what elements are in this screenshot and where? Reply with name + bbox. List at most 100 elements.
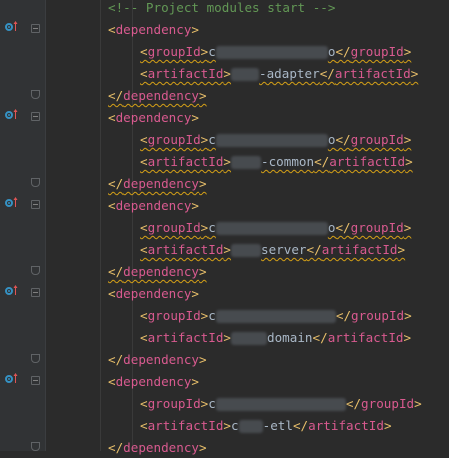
icon-part-dot: [8, 378, 10, 380]
code-line-dependency-open[interactable]: <dependency>: [0, 370, 449, 392]
tag-bracket: <: [140, 330, 148, 345]
dependency-tag: dependency: [123, 88, 199, 103]
comment-text: <!-- Project modules start -->: [108, 0, 336, 15]
code-line-dependency-open[interactable]: <dependency>: [0, 282, 449, 304]
tag-bracket: >: [199, 176, 207, 191]
text-suffix: -common: [261, 154, 315, 169]
maven-dependency-navigate-icon[interactable]: [5, 373, 19, 385]
groupid-tag: groupId: [350, 132, 404, 147]
icon-part-dot: [8, 290, 10, 292]
groupid-tag: groupId: [351, 308, 405, 323]
text-suffix: domain: [267, 330, 313, 345]
groupid-value: co: [208, 132, 335, 147]
fold-marker-icon[interactable]: [31, 288, 40, 297]
code-line-groupid[interactable]: <groupId>c </groupId>: [0, 304, 449, 326]
tag-bracket: >: [199, 352, 207, 367]
dependency-tag: dependency: [115, 198, 192, 213]
tag-bracket: <: [108, 198, 116, 213]
code-line-dependency-close[interactable]: </dependency>: [0, 436, 449, 458]
groupid-code: <groupId>c </groupId>: [140, 307, 412, 324]
icon-part-dot: [8, 114, 10, 116]
fold-marker-icon[interactable]: [31, 112, 40, 121]
artifactid-tag: artifactId: [334, 66, 411, 81]
dependency-tag: dependency: [123, 352, 199, 367]
redacted-value: [215, 398, 346, 411]
text-prefix: c: [208, 44, 216, 59]
icon-part-arrow: [14, 109, 17, 119]
icon-part-arrow: [14, 197, 17, 207]
code-line-groupid[interactable]: <groupId>c o</groupId>: [0, 216, 449, 238]
maven-dependency-navigate-icon[interactable]: [5, 197, 19, 209]
tag-bracket: </: [345, 396, 362, 411]
code-line-groupid[interactable]: <groupId>c o</groupId>: [0, 128, 449, 150]
artifactid-code: <artifactId> domain</artifactId>: [140, 329, 411, 346]
code-line-dependency-close[interactable]: </dependency>: [0, 84, 449, 106]
tag-bracket: </: [319, 66, 335, 81]
tag-bracket: </: [108, 352, 124, 367]
code-line-dependency-open[interactable]: <dependency>: [0, 18, 449, 40]
code-line-artifactid[interactable]: <artifactId> domain</artifactId>: [0, 326, 449, 348]
groupid-code: <groupId>c o</groupId>: [140, 43, 411, 60]
groupid-tag: groupId: [350, 220, 404, 235]
text-prefix: c: [208, 220, 216, 235]
maven-dependency-navigate-icon[interactable]: [5, 21, 19, 33]
fold-marker-icon[interactable]: [31, 200, 40, 209]
groupid-code: <groupId>c o</groupId>: [140, 131, 411, 148]
fold-marker-icon[interactable]: [31, 376, 40, 385]
redacted-value: [215, 222, 328, 235]
tag-bracket: </: [108, 264, 124, 279]
artifactid-tag: artifactId: [147, 66, 224, 81]
artifactid-tag: artifactId: [147, 242, 224, 257]
tag-bracket: </: [108, 440, 124, 455]
text-suffix: -etl: [262, 418, 293, 433]
code-line-dependency-close[interactable]: </dependency>: [0, 260, 449, 282]
code-line-artifactid[interactable]: <artifactId> -common</artifactId>: [0, 150, 449, 172]
dependency-close-code: </dependency>: [108, 263, 207, 280]
fold-marker-icon[interactable]: [31, 442, 40, 451]
redacted-value: [215, 310, 336, 323]
artifactid-code: <artifactId> server</artifactId>: [140, 241, 405, 258]
text-suffix: server: [261, 242, 307, 257]
tag-bracket: </: [314, 154, 330, 169]
tag-bracket: </: [312, 330, 328, 345]
tag-bracket: <: [108, 374, 116, 389]
tag-bracket: </: [335, 220, 351, 235]
groupid-tag: groupId: [361, 396, 415, 411]
groupid-tag: groupId: [147, 220, 201, 235]
tag-bracket: >: [191, 374, 200, 389]
fold-marker-icon[interactable]: [31, 354, 40, 363]
tag-bracket: >: [191, 286, 200, 301]
code-line-dependency-close[interactable]: </dependency>: [0, 172, 449, 194]
tag-bracket: <: [140, 66, 148, 81]
code-line-dependency-close[interactable]: </dependency>: [0, 348, 449, 370]
code-line-dependency-open[interactable]: <dependency>: [0, 194, 449, 216]
maven-dependency-navigate-icon[interactable]: [5, 285, 19, 297]
tag-bracket: </: [292, 418, 309, 433]
maven-dependency-navigate-icon[interactable]: [5, 109, 19, 121]
dependency-tag: dependency: [115, 22, 192, 37]
tag-bracket: </: [108, 88, 124, 103]
tag-bracket: <: [140, 220, 148, 235]
code-line-artifactid[interactable]: <artifactId> server</artifactId>: [0, 238, 449, 260]
fold-marker-icon[interactable]: [31, 266, 40, 275]
groupid-code: <groupId>c o</groupId>: [140, 219, 411, 236]
fold-marker-icon[interactable]: [31, 24, 40, 33]
tag-bracket: <: [140, 132, 148, 147]
groupid-value: co: [208, 44, 335, 59]
groupid-value: co: [208, 220, 335, 235]
code-line-groupid[interactable]: <groupId>c </groupId>: [0, 392, 449, 414]
redacted-value: [231, 244, 262, 257]
code-line-artifactid[interactable]: <artifactId> -adapter</artifactId>: [0, 62, 449, 84]
groupid-tag: groupId: [147, 396, 201, 411]
groupid-value: c: [208, 396, 346, 411]
comment-code: <!-- Project modules start -->: [108, 0, 335, 16]
fold-marker-icon[interactable]: [31, 90, 40, 99]
icon-part-dot: [8, 26, 10, 28]
tag-bracket: <: [140, 242, 148, 257]
fold-marker-icon[interactable]: [31, 178, 40, 187]
code-line-groupid[interactable]: <groupId>c o</groupId>: [0, 40, 449, 62]
artifactid-value: c -etl: [231, 418, 293, 433]
code-line-artifactid[interactable]: <artifactId>c -etl</artifactId>: [0, 414, 449, 436]
code-line-dependency-open[interactable]: <dependency>: [0, 106, 449, 128]
dependency-tag: dependency: [115, 110, 192, 125]
